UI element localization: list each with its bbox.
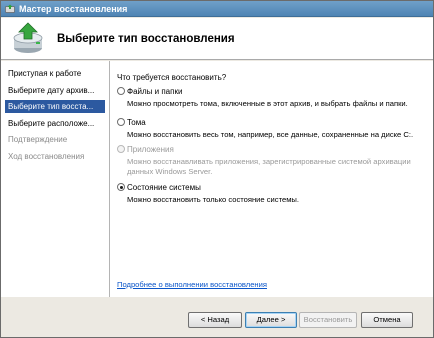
- radio-files-folders[interactable]: [117, 87, 125, 95]
- wizard-button-bar: < Назад Далее > Восстановить Отмена: [1, 297, 433, 337]
- option-system-state[interactable]: Состояние системы Можно восстановить тол…: [117, 182, 427, 204]
- step-select-recovery-type[interactable]: Выберите тип восста...: [5, 100, 105, 113]
- radio-applications: [117, 145, 125, 153]
- wizard-header: Выберите тип восстановления: [1, 18, 433, 60]
- question-label: Что требуется восстановить?: [117, 73, 227, 82]
- option-volumes-label[interactable]: Тома: [127, 117, 146, 128]
- option-files-folders-description: Можно просмотреть тома, включенные в это…: [127, 99, 408, 108]
- step-select-backup-date[interactable]: Выберите дату архив...: [5, 84, 105, 97]
- option-applications-description-line2: данных Windows Server.: [127, 167, 213, 176]
- recover-button: Восстановить: [299, 312, 357, 328]
- option-volumes[interactable]: Тома Можно восстановить весь том, наприм…: [117, 117, 427, 139]
- option-system-state-label[interactable]: Состояние системы: [127, 182, 201, 193]
- option-files-folders[interactable]: Файлы и папки Можно просмотреть тома, вк…: [117, 86, 427, 108]
- step-recovery-progress: Ход восстановления: [8, 151, 85, 161]
- step-confirmation: Подтверждение: [8, 135, 68, 144]
- option-files-folders-label[interactable]: Файлы и папки: [127, 86, 182, 97]
- option-system-state-description: Можно восстановить только состояние сист…: [127, 195, 299, 204]
- recovery-wizard-window: Мастер восстановления Выберите тип восст…: [0, 0, 434, 338]
- recovery-disk-arrow-icon: [13, 22, 43, 53]
- next-button[interactable]: Далее >: [245, 312, 297, 328]
- step-getting-started[interactable]: Приступая к работе: [5, 67, 105, 80]
- page-heading: Выберите тип восстановления: [57, 33, 235, 45]
- help-link[interactable]: Подробнее о выполнении восстановления: [117, 280, 267, 290]
- step-select-location[interactable]: Выберите расположе...: [5, 117, 105, 130]
- title-bar[interactable]: Мастер восстановления: [1, 1, 433, 17]
- wizard-content: Приступая к работе Выберите дату архив..…: [1, 61, 433, 297]
- option-volumes-description: Можно восстановить весь том, например, в…: [127, 130, 414, 139]
- nav-divider: [109, 61, 110, 297]
- option-applications-label: Приложения: [127, 145, 174, 154]
- back-button[interactable]: < Назад: [188, 312, 242, 328]
- recovery-type-panel: Что требуется восстановить? Файлы и папк…: [117, 61, 427, 297]
- radio-system-state[interactable]: [117, 183, 125, 191]
- cancel-button[interactable]: Отмена: [361, 312, 413, 328]
- option-applications-description-line1: Можно восстанавливать приложения, зареги…: [127, 157, 411, 166]
- wizard-steps-nav: Приступая к работе Выберите дату архив..…: [5, 67, 105, 166]
- option-applications: Приложения Можно восстанавливать приложе…: [117, 144, 427, 176]
- recovery-wizard-icon: [5, 4, 15, 13]
- window-title: Мастер восстановления: [19, 4, 128, 14]
- radio-volumes[interactable]: [117, 118, 125, 126]
